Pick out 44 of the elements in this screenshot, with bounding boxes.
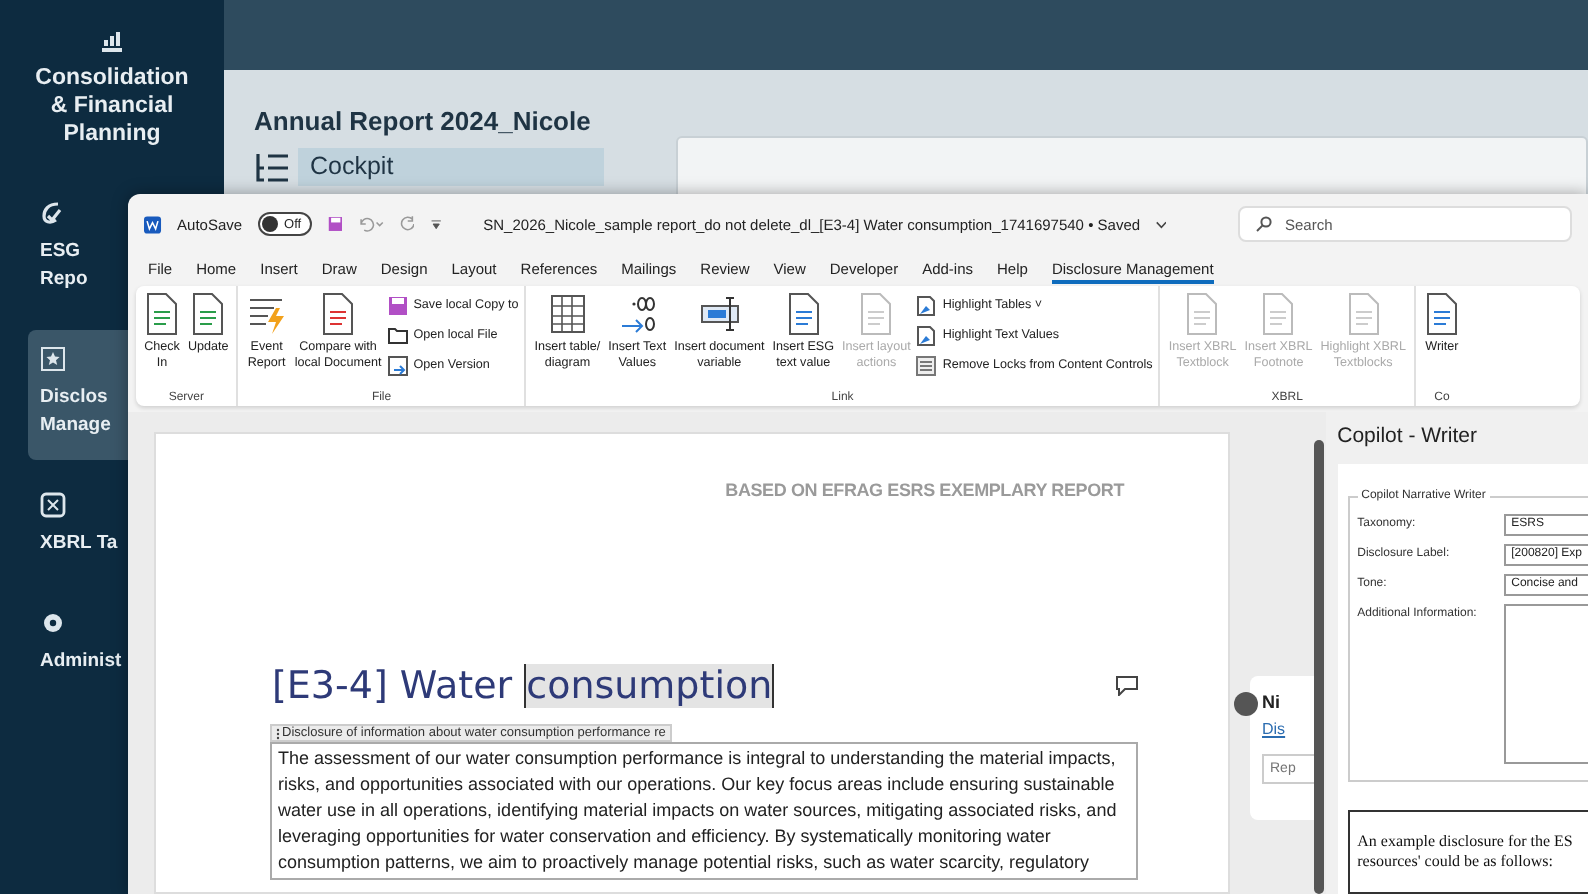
tree-list-icon [254, 151, 290, 183]
sidebar-label: XBRL Ta [40, 530, 120, 558]
sidebar-label: Administ [40, 648, 124, 676]
text-area[interactable] [1503, 604, 1588, 764]
decimal-arrow-icon [617, 292, 658, 336]
comment-icon[interactable] [1116, 676, 1138, 696]
sidebar-item[interactable]: ESG Repo [28, 184, 128, 314]
body-paragraph: The assessment of our water consumption performance is integral to understanding the material impacts, risks, and opportunities associated with our operations. Our key focus areas include ensuring sustainable water use in all operations, identifying material impacts on water sources, mitigating associated risks, and leveraging opportunities for water conservation and efficiency. By systematically monitoring water consumption patterns, we aim to proactively manage potential risks, such as water scarcity, regulatory [270, 742, 1138, 880]
document-icon [1184, 292, 1221, 336]
dropdown-icon[interactable] [430, 216, 444, 232]
undo-icon[interactable] [358, 214, 384, 234]
sidebar-item[interactable]: Administ [28, 594, 128, 696]
sidebar-label: ESG Repo [40, 238, 90, 294]
bar-chart-icon [100, 28, 124, 52]
sidebar-label: Disclos Manage [40, 384, 113, 440]
sidebar-label: Consolidation & Financial Planning [33, 64, 191, 148]
word-logo-icon [144, 213, 162, 235]
comment-author: Ni [1262, 692, 1282, 712]
highlight-document-icon [916, 295, 937, 315]
version-icon [387, 355, 408, 375]
chevron-down-icon[interactable] [1156, 219, 1167, 229]
avatar [1234, 692, 1258, 716]
nav-item[interactable]: Cockpit [298, 148, 604, 186]
scrollbar-thumb[interactable] [1314, 440, 1325, 894]
document-icon [1260, 292, 1297, 336]
report-title: Annual Report 2024_Nicole [254, 106, 593, 136]
output-text: An example disclosure for the ES resources' could be as follows: [1347, 810, 1588, 894]
save-icon[interactable] [327, 214, 343, 234]
star-frame-icon [40, 346, 66, 372]
folder-icon [387, 326, 408, 344]
text-cursor-box-icon [697, 292, 742, 336]
highlight-document-icon [916, 325, 937, 345]
sidebar-item[interactable]: Disclos Manage [28, 330, 128, 460]
leaf-check-icon [40, 200, 64, 226]
redo-icon[interactable] [399, 214, 415, 234]
page-header: BASED ON EFRAG ESRS EXEMPLARY REPORT [725, 480, 1124, 500]
search-icon [1256, 216, 1273, 232]
save-icon [387, 295, 408, 315]
pane-title: Copilot - Writer [1337, 424, 1479, 448]
table-icon [547, 292, 588, 336]
sidebar-item[interactable]: Consolidation & Financial Planning [28, 12, 196, 168]
section-heading: [E3-4] Water consumption [272, 664, 775, 708]
comment-link[interactable]: Dis [1262, 720, 1314, 738]
sidebar-item[interactable]: XBRL Ta [28, 476, 128, 578]
